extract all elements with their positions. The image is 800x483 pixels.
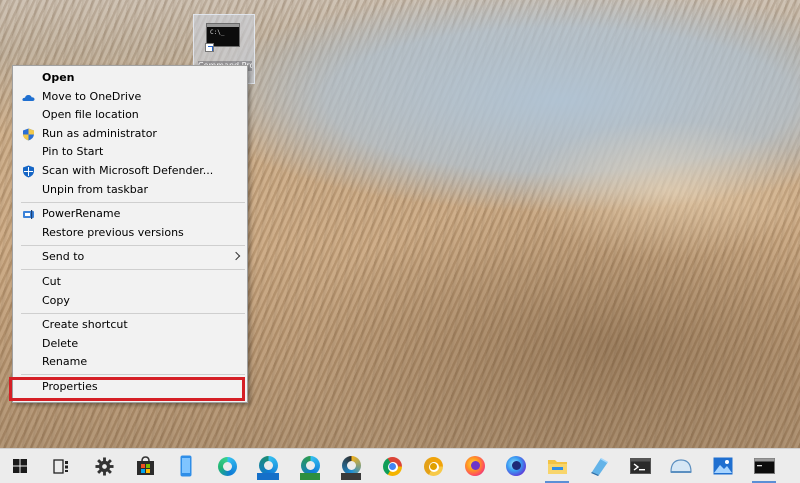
taskbar-dock-button[interactable] (661, 449, 701, 483)
taskbar-firefox-button[interactable] (455, 449, 495, 483)
menu-item-cut[interactable]: Cut (13, 273, 247, 292)
defender-icon (23, 165, 34, 178)
menu-item-open[interactable]: Open (13, 69, 247, 88)
settings-icon (95, 457, 114, 476)
taskbar-edge-beta-button[interactable] (248, 449, 288, 483)
menu-separator (21, 312, 245, 314)
edge-icon-center (223, 462, 232, 471)
file-explorer-icon (548, 460, 567, 474)
taskbar (0, 448, 800, 483)
menu-separator (21, 374, 245, 376)
context-menu: Open Move to OneDrive Open file location… (12, 65, 248, 403)
taskbar-phone-link-button[interactable] (166, 449, 206, 483)
menu-separator (21, 244, 245, 246)
edge-beta-icon-center (264, 461, 273, 470)
taskbar-chrome-button[interactable] (372, 449, 412, 483)
menu-item-move-to-onedrive[interactable]: Move to OneDrive (13, 88, 247, 107)
windows-start-icon (13, 459, 27, 473)
task-view-icon (53, 459, 68, 474)
canary-badge (341, 473, 361, 480)
menu-item-send-to[interactable]: Send to (13, 248, 247, 267)
powerrename-icon (23, 210, 34, 220)
onedrive-icon (22, 94, 35, 101)
dev-badge (300, 473, 320, 480)
menu-item-scan-with-defender[interactable]: Scan with Microsoft Defender... (13, 162, 247, 181)
snipping-icon (591, 458, 608, 476)
menu-item-create-shortcut[interactable]: Create shortcut (13, 316, 247, 335)
photos-icon (713, 457, 733, 475)
taskbar-firefox-nightly-button[interactable] (496, 449, 536, 483)
menu-item-rename[interactable]: Rename (13, 353, 247, 372)
menu-separator (21, 201, 245, 203)
menu-item-powerrename[interactable]: PowerRename (13, 205, 247, 224)
menu-separator (21, 269, 245, 271)
submenu-chevron-icon (231, 252, 241, 261)
taskbar-start-button[interactable] (0, 449, 40, 483)
firefox-icon-globe (471, 461, 480, 470)
menu-item-properties[interactable]: Properties (13, 378, 247, 397)
menu-item-run-as-administrator[interactable]: Run as administrator (13, 125, 247, 144)
taskbar-edge-button[interactable] (207, 449, 247, 483)
taskbar-edge-dev-button[interactable] (290, 449, 330, 483)
menu-item-delete[interactable]: Delete (13, 335, 247, 354)
edge-dev-icon-center (306, 461, 315, 470)
taskbar-chrome-canary-button[interactable] (413, 449, 453, 483)
shortcut-arrow-icon (205, 43, 214, 52)
windows-terminal-icon (630, 458, 651, 474)
taskbar-settings-button[interactable] (84, 449, 124, 483)
background-shadow (300, 190, 800, 448)
taskbar-store-button[interactable] (125, 449, 165, 483)
taskbar-command-prompt-button[interactable] (744, 449, 784, 483)
phone-link-icon (180, 455, 192, 477)
menu-item-unpin-from-taskbar[interactable]: Unpin from taskbar (13, 181, 247, 200)
firefox-nightly-icon-globe (512, 461, 521, 470)
beta-badge (257, 473, 279, 480)
menu-item-pin-to-start[interactable]: Pin to Start (13, 143, 247, 162)
microsoft-store-icon (137, 456, 154, 475)
menu-item-open-file-location[interactable]: Open file location (13, 106, 247, 125)
menu-item-copy[interactable]: Copy (13, 292, 247, 311)
chrome-canary-icon-center (430, 463, 437, 470)
chrome-icon-center (389, 463, 396, 470)
dock-icon (670, 459, 692, 473)
taskbar-edge-canary-button[interactable] (331, 449, 371, 483)
taskbar-photos-button[interactable] (703, 449, 743, 483)
uac-shield-icon (23, 128, 34, 141)
edge-canary-icon-center (347, 461, 356, 470)
taskbar-file-explorer-button[interactable] (537, 449, 577, 483)
taskbar-terminal-button[interactable] (620, 449, 660, 483)
menu-item-restore-previous-versions[interactable]: Restore previous versions (13, 224, 247, 243)
command-prompt-icon (754, 458, 775, 474)
taskbar-task-view-button[interactable] (41, 449, 81, 483)
taskbar-snip-button[interactable] (579, 449, 619, 483)
